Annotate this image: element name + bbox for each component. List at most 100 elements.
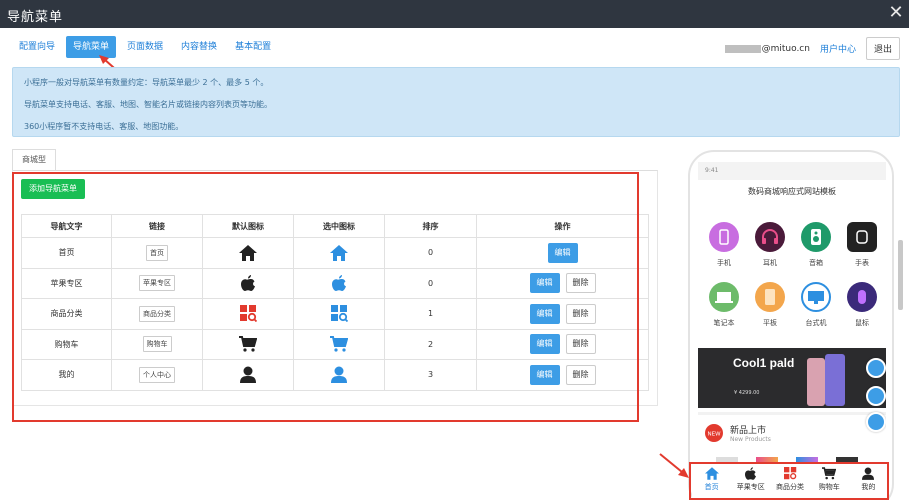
apple-icon [203, 275, 293, 292]
laptop-icon [709, 282, 739, 312]
close-icon[interactable]: ✕ [887, 2, 905, 24]
user-center-link[interactable]: 用户中心 [820, 42, 856, 55]
phone-status-bar: 9:41 [698, 162, 886, 180]
edit-button[interactable]: 编辑 [547, 242, 578, 263]
title-bar: 导航菜单 ✕ [0, 0, 909, 28]
row-text: 苹果专区 [21, 267, 112, 299]
new-badge-icon: NEW [705, 424, 723, 442]
row-order: 1 [384, 298, 477, 330]
banner-price: ¥ 4299.00 [734, 390, 760, 396]
window-title: 导航菜单 [7, 10, 64, 25]
watch-icon [847, 222, 877, 252]
annotation-arrow-nav [659, 453, 689, 478]
nav-menu-table: 导航文字 链接 默认图标 选中图标 排序 操作 首页 首页 0 编辑 苹果专区 … [21, 214, 649, 391]
row-link[interactable]: 个人中心 [139, 366, 175, 383]
cart-icon [294, 336, 384, 352]
service-fab-icon[interactable] [866, 386, 886, 406]
delete-button[interactable]: 删除 [565, 273, 596, 294]
cart-icon [203, 336, 293, 352]
phone-bottom-nav: 首页 苹果专区 商品分类 购物车 我的 [692, 464, 888, 500]
row-order: 2 [384, 328, 477, 360]
tab-basic-config[interactable]: 基本配置 [228, 36, 278, 58]
row-order: 0 [384, 237, 477, 269]
row-text: 我的 [21, 359, 112, 391]
category-item[interactable]: 笔记本 [704, 282, 744, 328]
bottom-nav-label: 商品分类 [776, 483, 804, 491]
home-icon [203, 244, 293, 261]
promo-banner[interactable]: Cool1 pald ¥ 4299.00 [698, 348, 886, 408]
tab-page-data[interactable]: 页面数据 [120, 36, 170, 58]
category-label: 平板 [763, 319, 777, 327]
table-row: 我的 个人中心 3 编辑 删除 [21, 359, 649, 391]
category-item[interactable]: 手机 [704, 222, 744, 268]
desktop-icon [801, 282, 831, 312]
row-order: 3 [384, 359, 477, 391]
help-fab-icon[interactable] [866, 358, 886, 378]
add-nav-menu-button[interactable]: 添加导航菜单 [21, 179, 85, 199]
header-order: 排序 [384, 214, 477, 238]
bottom-nav-cart[interactable]: 购物车 [810, 464, 849, 500]
bottom-nav-mine[interactable]: 我的 [849, 464, 888, 500]
share-fab-icon[interactable] [866, 412, 886, 432]
edit-button[interactable]: 编辑 [529, 273, 560, 294]
phone-preview: 9:41 数码商城响应式网站模板 手机 耳机 音箱 手表 笔记本 平板 台式机 … [688, 150, 894, 500]
header-selected-icon: 选中图标 [293, 214, 385, 238]
logout-button[interactable]: 退出 [865, 37, 900, 60]
header-nav-text: 导航文字 [21, 214, 112, 238]
header-link: 链接 [111, 214, 203, 238]
category-icon [203, 305, 293, 323]
scrollbar[interactable] [898, 240, 903, 310]
category-label: 音箱 [809, 259, 823, 267]
category-item[interactable]: 台式机 [796, 282, 836, 328]
table-row: 苹果专区 苹果专区 0 编辑 删除 [21, 267, 649, 299]
category-item[interactable]: 耳机 [750, 222, 790, 268]
bottom-nav-category[interactable]: 商品分类 [770, 464, 809, 500]
bottom-nav-label: 首页 [704, 483, 719, 491]
edit-button[interactable]: 编辑 [529, 303, 560, 324]
speaker-icon [801, 222, 831, 252]
bottom-nav-label: 购物车 [818, 483, 840, 491]
banner-title: Cool1 pald [733, 356, 795, 370]
row-link[interactable]: 首页 [146, 244, 168, 261]
header-default-icon: 默认图标 [202, 214, 294, 238]
user-icon [294, 366, 384, 384]
tab-mall-type[interactable]: 商城型 [12, 149, 56, 170]
row-link[interactable]: 苹果专区 [139, 275, 175, 292]
email-suffix: @mituo.cn [761, 43, 810, 54]
header-actions: 操作 [476, 214, 649, 238]
category-item[interactable]: 平板 [750, 282, 790, 328]
user-icon [862, 467, 875, 480]
apple-icon [745, 467, 757, 480]
phone-page-title: 数码商城响应式网站模板 [748, 187, 836, 196]
bottom-nav-label: 我的 [861, 483, 876, 491]
category-icon [294, 305, 384, 323]
phone-screen: 9:41 数码商城响应式网站模板 手机 耳机 音箱 手表 笔记本 平板 台式机 … [698, 162, 886, 500]
tab-content-replace[interactable]: 内容替换 [174, 36, 224, 58]
category-label: 台式机 [805, 319, 827, 327]
tab-config-wizard[interactable]: 配置向导 [12, 36, 62, 58]
edit-button[interactable]: 编辑 [529, 334, 560, 355]
delete-button[interactable]: 删除 [565, 364, 596, 385]
row-link[interactable]: 商品分类 [139, 305, 175, 322]
svg-text:NEW: NEW [707, 432, 721, 438]
edit-button[interactable]: 编辑 [529, 364, 560, 385]
category-item[interactable]: 鼠标 [842, 282, 882, 328]
category-icon [783, 467, 796, 480]
row-order: 0 [384, 267, 477, 299]
delete-button[interactable]: 删除 [565, 334, 596, 355]
tablet-icon [755, 282, 785, 312]
table-header-row: 导航文字 链接 默认图标 选中图标 排序 操作 [21, 214, 649, 238]
bottom-nav-apple[interactable]: 苹果专区 [731, 464, 770, 500]
category-item[interactable]: 手表 [842, 222, 882, 268]
category-label: 鼠标 [855, 319, 869, 327]
delete-button[interactable]: 删除 [565, 303, 596, 324]
cart-icon [822, 467, 837, 480]
row-text: 购物车 [21, 328, 112, 360]
notice-box: 小程序一般对导航菜单有数量约定：导航菜单最少 2 个、最多 5 个。 导航菜单支… [12, 67, 900, 137]
bottom-nav-home[interactable]: 首页 [692, 464, 731, 500]
category-item[interactable]: 音箱 [796, 222, 836, 268]
table-row: 购物车 购物车 2 编辑 删除 [21, 328, 649, 360]
mouse-icon [847, 282, 877, 312]
row-link[interactable]: 购物车 [142, 336, 172, 353]
notice-line-2: 导航菜单支持电话、客服、地图、智能名片或链接内容列表页等功能。 [24, 100, 272, 109]
